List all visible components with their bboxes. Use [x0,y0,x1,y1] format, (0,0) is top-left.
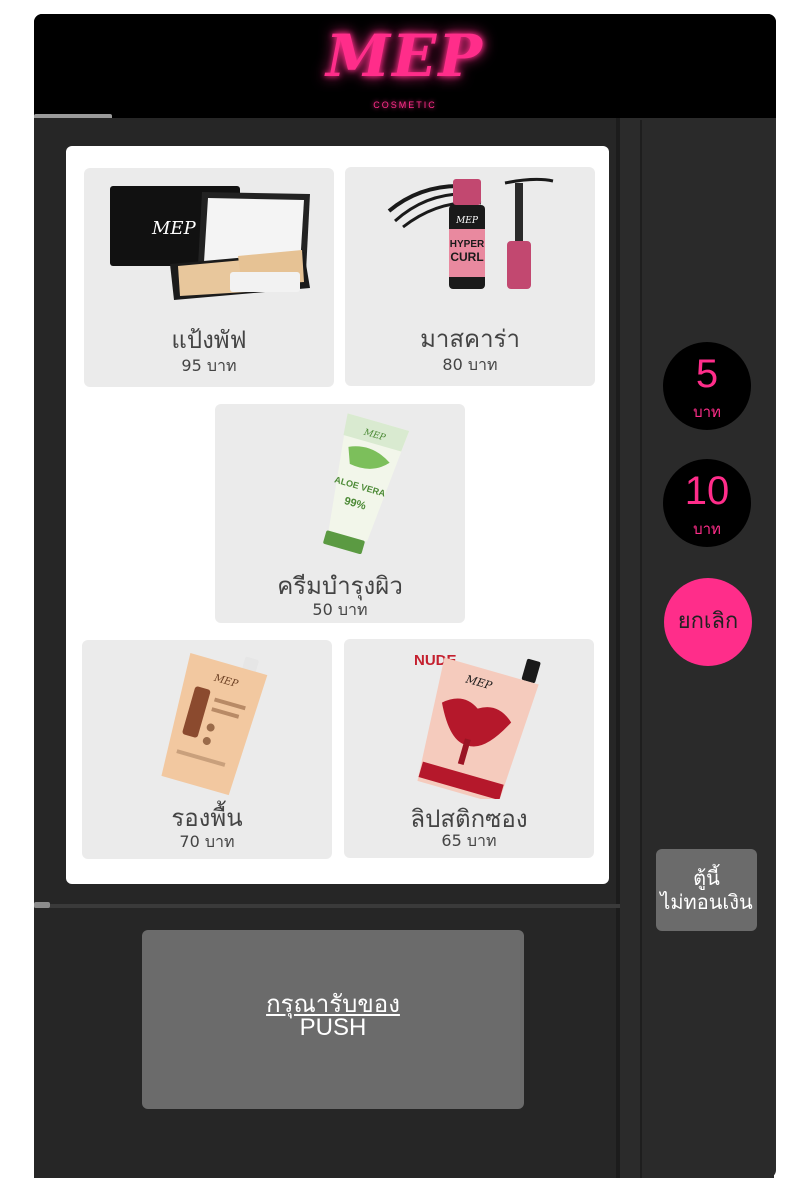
mascara-brand-text: MEP [455,216,479,226]
powder-compact-image: MEP [110,186,310,300]
lipstick-sachet-image: NUDE MEP [414,652,541,799]
brand-subtitle: COSMETIC [373,100,437,110]
product-price: 80 บาท [442,355,498,374]
mascara-line1-text: HYPER [450,239,485,250]
cancel-button[interactable]: ยกเลิก [664,578,752,666]
product-price: 70 บาท [179,832,235,851]
push-label: PUSH [299,1014,367,1041]
foundation-sachet-image: MEP [161,653,268,796]
panel-divider [34,904,620,908]
product-price: 95 บาท [181,356,237,375]
product-price: 65 บาท [441,831,497,850]
aloe-cream-image: MEP ALOE VERA 99% [323,413,410,554]
machine-header: MEP COSMETIC [34,14,776,118]
brand-logo: MEP [325,22,485,90]
coin-amount: 5 [695,352,719,396]
coin-unit: บาท [693,403,721,421]
coin-10-button[interactable]: 10 บาท [663,459,751,547]
powder-logo-text: MEP [151,218,197,239]
product-card-foundation[interactable]: MEP รองพื้น 70 บาท [82,640,332,859]
mascara-image: MEP HYPER CURL [387,177,554,289]
coin-amount: 10 [684,469,730,513]
door-hinge [34,902,50,908]
product-display: MEP แป้งพัฟ 95 บาท MEP HYPER CURL มาสคาร [66,146,609,884]
no-change-notice: ตู้นี้ ไม่ทอนเงิน [656,849,757,931]
product-card-lipstick[interactable]: NUDE MEP ลิปสติกซอง 65 บาท [344,639,594,858]
mascara-line2-text: CURL [450,250,483,264]
coin-unit: บาท [693,520,721,538]
product-price: 50 บาท [312,600,368,619]
pickup-door[interactable]: กรุณารับของ PUSH [142,930,524,1109]
product-card-cream[interactable]: MEP ALOE VERA 99% ครีมบำรุงผิว 50 บาท [215,404,465,623]
no-change-line1: ตู้นี้ [693,866,720,890]
product-card-mascara[interactable]: MEP HYPER CURL มาสคาร่า 80 บาท [345,167,595,386]
product-card-powder[interactable]: MEP แป้งพัฟ 95 บาท [84,168,334,387]
coin-5-button[interactable]: 5 บาท [663,342,751,430]
no-change-line2: ไม่ทอนเงิน [660,890,753,914]
